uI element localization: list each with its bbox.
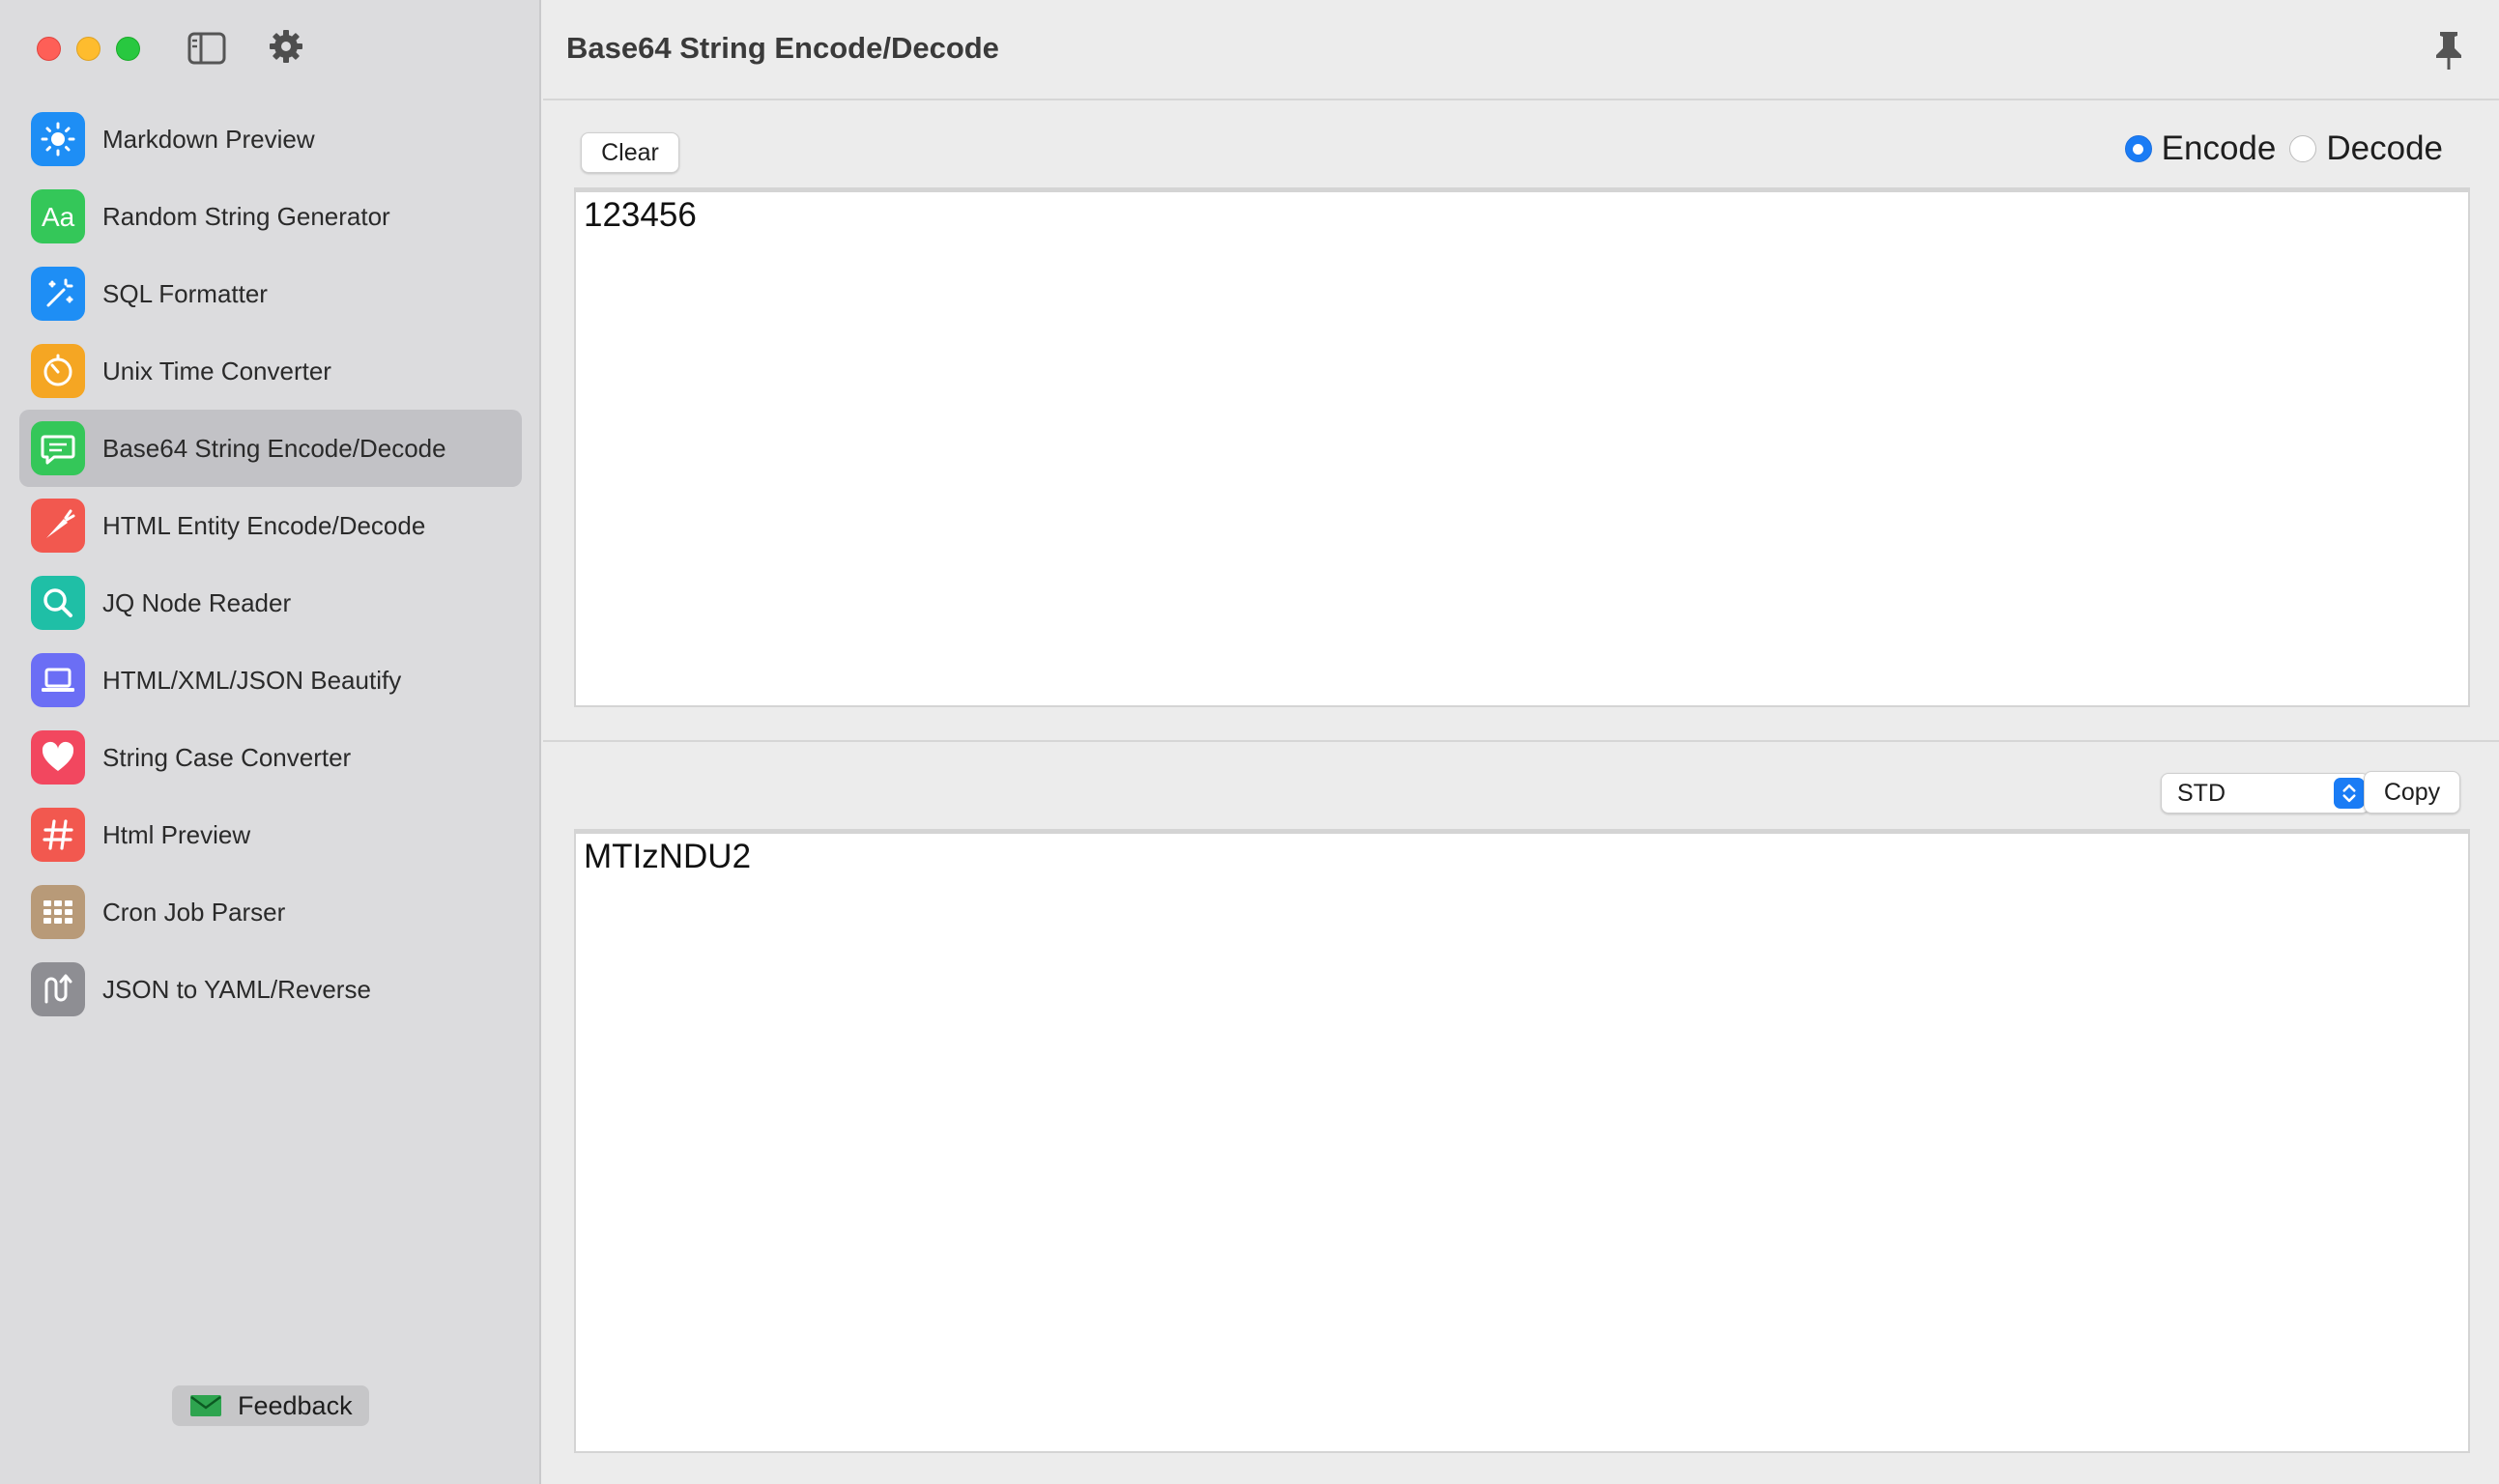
sidebar-item-sql-formatter[interactable]: SQL Formatter — [19, 255, 522, 332]
pin-icon[interactable] — [2431, 29, 2466, 71]
sidebar-item-cron-job-parser[interactable]: Cron Job Parser — [19, 873, 522, 951]
sidebar-item-label: Base64 String Encode/Decode — [102, 433, 446, 463]
sidebar-item-json-to-yaml-reverse[interactable]: JSON to YAML/Reverse — [19, 951, 522, 1028]
sidebar-item-label: Cron Job Parser — [102, 897, 286, 927]
sidebar-item-label: Unix Time Converter — [102, 356, 331, 385]
sidebar-item-label: String Case Converter — [102, 742, 352, 772]
sidebar-item-html-entity-encode-decode[interactable]: HTML Entity Encode/Decode — [19, 487, 522, 564]
variant-select-value: STD — [2177, 779, 2226, 807]
title-bar: Base64 String Encode/Decode — [543, 0, 2499, 100]
grid-table-icon — [31, 885, 85, 939]
variant-select[interactable]: STD — [2161, 773, 2370, 813]
sidebar-item-label: JSON to YAML/Reverse — [102, 974, 371, 1004]
encode-radio[interactable]: Encode — [2124, 129, 2277, 168]
laptop-icon — [31, 653, 85, 707]
sidebar-item-random-string-generator[interactable]: Aa Random String Generator — [19, 178, 522, 255]
swap-path-icon — [31, 962, 85, 1016]
sidebar-item-base64-string-encode-decode[interactable]: Base64 String Encode/Decode — [19, 410, 522, 487]
decode-radio-indicator[interactable] — [2289, 135, 2317, 162]
main-panel: Base64 String Encode/Decode Clear Encode… — [543, 0, 2499, 1484]
split-divider[interactable] — [543, 740, 2499, 742]
sidebar-toggle-icon[interactable] — [187, 31, 226, 66]
carrot-icon — [31, 499, 85, 553]
sidebar-item-markdown-preview[interactable]: Markdown Preview — [19, 100, 522, 178]
feedback-button[interactable]: Feedback — [172, 1385, 369, 1426]
input-textarea[interactable]: 123456 — [574, 187, 2470, 707]
decode-radio-label: Decode — [2326, 129, 2443, 167]
sidebar-item-jq-node-reader[interactable]: JQ Node Reader — [19, 564, 522, 642]
sidebar-item-label: HTML Entity Encode/Decode — [102, 510, 426, 540]
app-window: Markdown Preview Aa Random String Genera… — [0, 0, 2499, 1484]
timer-icon — [31, 344, 85, 398]
heart-icon — [31, 730, 85, 785]
sidebar-item-label: Random String Generator — [102, 201, 390, 231]
text-aa-icon: Aa — [31, 189, 85, 243]
sidebar-item-label: SQL Formatter — [102, 278, 268, 308]
zoom-window-button[interactable] — [116, 37, 140, 61]
copy-button[interactable]: Copy — [2364, 771, 2460, 813]
chevron-up-down-icon — [2334, 778, 2365, 809]
sidebar-item-unix-time-converter[interactable]: Unix Time Converter — [19, 332, 522, 410]
sidebar-item-html-xml-json-beautify[interactable]: HTML/XML/JSON Beautify — [19, 642, 522, 719]
sidebar-item-html-preview[interactable]: Html Preview — [19, 796, 522, 873]
output-textarea[interactable]: MTIzNDU2 — [574, 829, 2470, 1453]
clear-button[interactable]: Clear — [581, 132, 679, 173]
message-bubble-icon — [31, 421, 85, 475]
decode-radio[interactable]: Decode — [2289, 129, 2443, 168]
encode-radio-label: Encode — [2161, 129, 2277, 167]
sidebar: Markdown Preview Aa Random String Genera… — [0, 0, 541, 1484]
page-title: Base64 String Encode/Decode — [566, 31, 999, 65]
tool-list: Markdown Preview Aa Random String Genera… — [19, 100, 522, 1028]
minimize-window-button[interactable] — [76, 37, 101, 61]
encode-radio-indicator[interactable] — [2124, 135, 2152, 162]
sidebar-item-string-case-converter[interactable]: String Case Converter — [19, 719, 522, 796]
envelope-icon — [190, 1395, 221, 1416]
sidebar-item-label: HTML/XML/JSON Beautify — [102, 665, 402, 695]
traffic-lights — [37, 37, 140, 61]
close-window-button[interactable] — [37, 37, 61, 61]
sidebar-item-label: Markdown Preview — [102, 124, 315, 154]
hashtag-icon — [31, 808, 85, 862]
svg-text:Aa: Aa — [42, 202, 75, 232]
gear-icon[interactable] — [267, 27, 305, 66]
feedback-label: Feedback — [238, 1390, 353, 1420]
magic-wand-icon — [31, 267, 85, 321]
sun-icon — [31, 112, 85, 166]
mode-radio-group: Encode Decode — [2124, 129, 2443, 168]
sidebar-item-label: JQ Node Reader — [102, 587, 292, 617]
magnifier-icon — [31, 576, 85, 630]
sidebar-item-label: Html Preview — [102, 819, 251, 849]
